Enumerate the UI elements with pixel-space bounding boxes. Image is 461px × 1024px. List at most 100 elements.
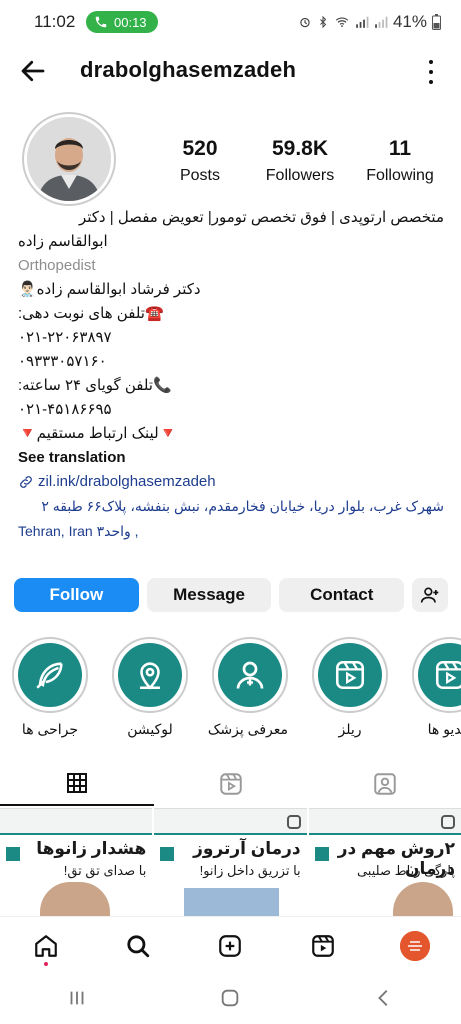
bio-phone-2[interactable]: ۰۹۳۳۳۰۵۷۱۶۰ [18,350,444,374]
posts-label: Posts [179,167,220,184]
wifi-icon [335,17,349,27]
status-icons: 41% [298,12,441,32]
suggested-accounts-button[interactable] [412,578,449,612]
post-thumbnail[interactable]: درمان آرتروز با تزریق داخل زانو! [154,808,307,916]
status-bar: 11:02 00:13 41% [0,0,461,44]
bottom-navigation [0,916,461,974]
bio-phone-1[interactable]: ۰۲۱-۲۲۰۶۳۸۹۷ [18,326,444,350]
post-title: درمان آرتروز [193,839,301,858]
profile-link[interactable]: zil.ink/drabolghasemzadeh [18,470,444,494]
ongoing-call-pill[interactable]: 00:13 [86,11,158,33]
profile-actions: Follow Message Contact [14,578,449,612]
highlight-label: جراحی ها [21,721,79,737]
more-dots-icon [429,60,433,64]
add-post-icon [219,934,242,957]
stat-followers[interactable]: 59.8K Followers [250,137,350,185]
reel-indicator-icon [440,815,455,829]
home-system-button[interactable] [219,987,241,1014]
story-highlights: جراحی ها لوکیشن معرفی پزشک ریلز ویدیو ها [0,637,461,747]
bio-line: دکتر فرشاد ابوالقاسم زاده👨🏻‍⚕️ [18,281,201,298]
post-photo [184,888,280,916]
home-square-icon [222,989,239,1006]
call-timer: 00:13 [114,14,147,30]
bio-name-line-2: ابوالقاسم زاده [18,233,108,250]
post-thumbnail[interactable]: هشدار زانوها با صدای تق تق! [0,808,153,916]
alarm-icon [300,17,310,28]
highlight-item[interactable]: ریلز [312,637,388,738]
recents-icon [70,991,84,1004]
contact-button[interactable]: Contact [279,578,405,612]
post-photo [40,882,110,916]
avatar-image [27,117,111,201]
post-subtitle: با تزریق داخل زانو! [199,863,301,878]
location-pin-icon [140,662,160,690]
arrow-left-icon [21,60,45,82]
tagged-user-icon [374,773,396,795]
battery-icon [432,14,441,30]
highlight-label: معرفی پزشک [207,721,288,737]
tab-reels[interactable] [154,762,308,806]
reels-icon [311,934,334,957]
reels-icon [220,773,242,795]
doctor-icon [236,661,264,689]
followers-label: Followers [265,167,335,184]
status-time: 11:02 [34,12,76,31]
phone-icon [95,16,107,28]
chevron-left-icon [378,989,388,1006]
message-button[interactable]: Message [146,578,272,612]
nav-home[interactable] [26,926,66,966]
post-subtitle: پارگی رباط صلیبی [356,863,455,878]
post-photo [392,882,453,916]
profile-bio: متخصص ارتوپدی | فوق تخصص تومور| تعویض مف… [18,206,444,543]
nav-reels[interactable] [303,926,343,966]
bio-line: 🔻لینک ارتباط مستقیم🔻 [18,425,178,442]
grid-icon [67,773,87,793]
tab-posts-grid[interactable] [0,762,154,806]
profile-avatar[interactable] [22,112,116,206]
following-count: 11 [388,137,412,160]
add-user-icon [420,587,439,603]
profile-category: Orthopedist [18,257,96,274]
signal-icon-2 [375,16,388,28]
highlight-label: لوکیشن [127,721,173,737]
stat-posts[interactable]: 520 Posts [150,137,250,185]
see-translation-link[interactable]: See translation [18,446,444,470]
highlight-item[interactable]: ویدیو ها [412,637,461,738]
profile-avatar-small [399,930,430,961]
profile-logo-icon [399,930,430,961]
more-options-button[interactable] [427,60,435,84]
profile-username: drabolghasemzadeh [80,57,297,82]
home-icon [35,934,57,957]
profile-link-text: zil.ink/drabolghasemzadeh [38,473,216,490]
highlight-item[interactable]: لوکیشن [112,637,188,738]
nav-search[interactable] [118,926,158,966]
address-line-1[interactable]: شهرک غرب، بلوار دریا، خیابان فخارمقدم، ن… [18,494,444,519]
battery-percentage: 41% [392,12,427,31]
following-label: Following [366,167,434,184]
highlight-label: ریلز [338,721,362,737]
bio-phone-3[interactable]: ۰۲۱-۴۵۱۸۶۶۹۵ [18,398,444,422]
feather-icon [36,662,63,689]
post-title: هشدار زانوها [36,839,147,858]
system-navigation [0,976,461,1024]
signal-icon [356,16,369,28]
link-icon [20,476,32,488]
recent-apps-button[interactable] [66,987,88,1014]
tab-tagged[interactable] [308,762,461,806]
highlight-item[interactable]: معرفی پزشک [207,637,288,738]
address-line-2[interactable]: Tehran, Iran واحد۳ , [18,519,444,544]
back-button[interactable] [18,56,48,86]
nav-profile[interactable] [395,926,435,966]
followers-count: 59.8K [271,137,329,160]
notification-dot [44,961,49,966]
search-icon [127,934,150,957]
bio-line: 📞تلفن گویای ۲۴ ساعته: [18,377,172,394]
bluetooth-icon [320,15,327,29]
post-thumbnail[interactable]: ۲روش مهم در درمان پارگی رباط صلیبی [308,808,461,916]
highlight-item[interactable]: جراحی ها [12,637,88,738]
nav-create[interactable] [210,926,250,966]
stat-following[interactable]: 11 Following [350,137,450,185]
follow-button[interactable]: Follow [14,578,139,612]
profile-tabs [0,762,461,806]
system-back-button[interactable] [373,987,395,1014]
